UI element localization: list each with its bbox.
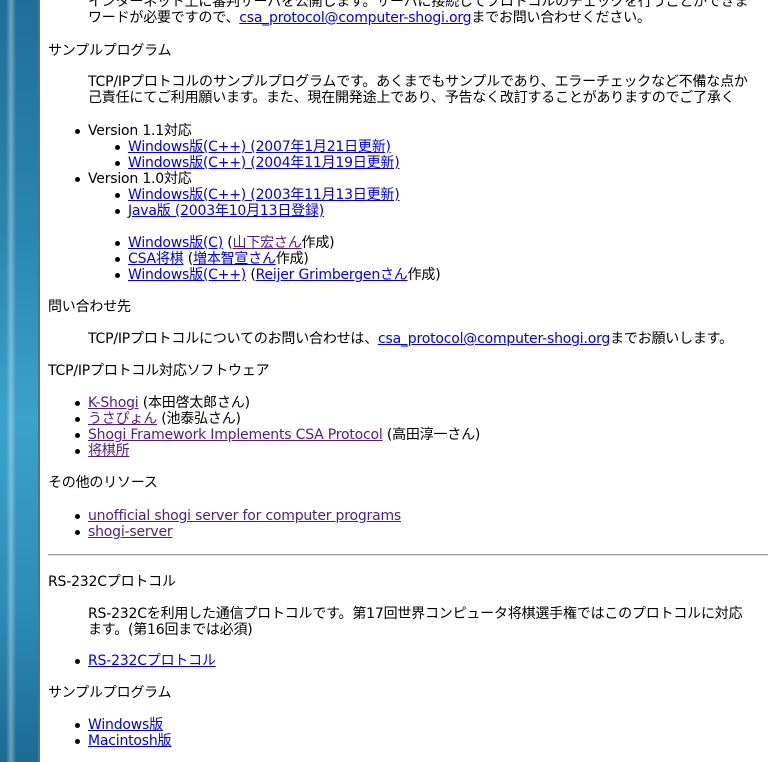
list-item: 将棋所 [88, 443, 130, 459]
section-heading-contact: 問い合わせ先 [48, 299, 131, 315]
masumoto-link[interactable]: 増本智宣さん [193, 251, 276, 267]
bullet [75, 723, 80, 728]
bullet [75, 177, 80, 182]
bullet [75, 401, 80, 406]
csa-shogi-link[interactable]: CSA将棋 [128, 251, 184, 267]
bullet [115, 193, 120, 198]
list-item: Windows版(C++) (2004年11月19日更新) [128, 155, 400, 171]
rs232c-protocol-link[interactable]: RS-232Cプロトコル [88, 653, 216, 669]
list-item: CSA将棋 (増本智宣さん作成) [128, 251, 309, 267]
horizontal-rule [48, 554, 768, 556]
shogi-framework-link[interactable]: Shogi Framework Implements CSA Protocol [88, 427, 383, 443]
list-item: Windows版(C++) (Reijer Grimbergenさん作成) [128, 267, 441, 283]
list-item: unofficial shogi server for computer pro… [88, 508, 401, 524]
contact-paragraph: TCP/IPプロトコルについてのお問い合わせは、csa_protocol@com… [88, 331, 733, 347]
window-edge [38, 0, 40, 762]
bullet [115, 273, 120, 278]
bullet [75, 739, 80, 744]
contact-email-link[interactable]: csa_protocol@computer-shogi.org [239, 10, 471, 26]
reijer-link[interactable]: Reijer Grimbergenさん [256, 267, 408, 283]
list-item: K-Shogi (本田啓太郎さん) [88, 395, 250, 411]
bullet [115, 241, 120, 246]
intro-line-1: インターネット上に審判サーバを公開します。サーバに接続してプロトコルのチェックを… [88, 0, 749, 10]
bullet [75, 659, 80, 664]
section-heading-rs232c: RS-232Cプロトコル [48, 574, 176, 590]
contact-email-link-2[interactable]: csa_protocol@computer-shogi.org [378, 331, 610, 347]
windows-cpp-2003-link[interactable]: Windows版(C++) (2003年11月13日更新) [128, 187, 400, 203]
section-heading-sample: サンプルプログラム [48, 43, 172, 59]
windows-cpp-2007-link[interactable]: Windows版(C++) (2007年1月21日更新) [128, 139, 391, 155]
list-item: Shogi Framework Implements CSA Protocol … [88, 427, 481, 443]
version-1-0-label: Version 1.0対応 [88, 171, 192, 187]
section-heading-software: TCP/IPプロトコル対応ソフトウェア [48, 363, 270, 379]
list-item: うさぴょん (池泰弘さん) [88, 411, 241, 427]
bullet [115, 145, 120, 150]
k-shogi-link[interactable]: K-Shogi [88, 395, 139, 411]
bullet [115, 161, 120, 166]
bullet [75, 417, 80, 422]
bullet [75, 433, 80, 438]
bullet [115, 209, 120, 214]
section-heading-resources: その他のリソース [48, 475, 158, 491]
section-heading-rs-sample: サンプルプログラム [48, 685, 172, 701]
sample-desc-line-1: TCP/IPプロトコルのサンプルプログラムです。あくまでもサンプルであり、エラー… [88, 74, 748, 90]
rs232c-desc-line-1: RS-232Cを利用した通信プロトコルです。第17回世界コンピュータ将棋選手権で… [88, 606, 743, 622]
sample-desc-line-2: 己責任にてご利用願います。また、現在開発途上であり、予告なく改訂することがありま… [88, 90, 735, 106]
list-item: Windows版(C++) (2003年11月13日更新) [128, 187, 400, 203]
list-item: Java版 (2003年10月13日登録) [128, 203, 324, 219]
list-item: RS-232Cプロトコル [88, 653, 216, 669]
desktop-background-strip [0, 0, 40, 762]
unofficial-shogi-server-link[interactable]: unofficial shogi server for computer pro… [88, 508, 401, 524]
list-item: Windows版(C++) (2007年1月21日更新) [128, 139, 391, 155]
windows-cpp-reijer-link[interactable]: Windows版(C++) [128, 267, 246, 283]
bullet [75, 129, 80, 134]
frame-sheen [6, 0, 16, 762]
windows-c-link[interactable]: Windows版(C) [128, 235, 223, 251]
rs-macintosh-link[interactable]: Macintosh版 [88, 733, 172, 749]
version-1-1-label: Version 1.1対応 [88, 123, 192, 139]
list-item: Windows版(C) (山下宏さん作成) [128, 235, 335, 251]
list-item: shogi-server [88, 524, 173, 540]
java-2003-link[interactable]: Java版 (2003年10月13日登録) [128, 203, 324, 219]
rs232c-desc-line-2: ます。(第16回までは必須) [88, 622, 253, 638]
rs-windows-link[interactable]: Windows版 [88, 717, 163, 733]
intro-line-2: ワードが必要ですので、csa_protocol@computer-shogi.o… [88, 10, 651, 26]
shogidokoro-link[interactable]: 将棋所 [88, 443, 130, 459]
yamashita-link[interactable]: 山下宏さん [233, 235, 302, 251]
list-item: Windows版 [88, 717, 163, 733]
bullet [75, 514, 80, 519]
windows-cpp-2004-link[interactable]: Windows版(C++) (2004年11月19日更新) [128, 155, 400, 171]
bullet [75, 449, 80, 454]
list-item: Macintosh版 [88, 733, 172, 749]
bullet [115, 257, 120, 262]
bullet [75, 530, 80, 535]
page-content: インターネット上に審判サーバを公開します。サーバに接続してプロトコルのチェックを… [41, 0, 768, 762]
usapyon-link[interactable]: うさぴょん [88, 411, 157, 427]
shogi-server-link[interactable]: shogi-server [88, 524, 173, 540]
